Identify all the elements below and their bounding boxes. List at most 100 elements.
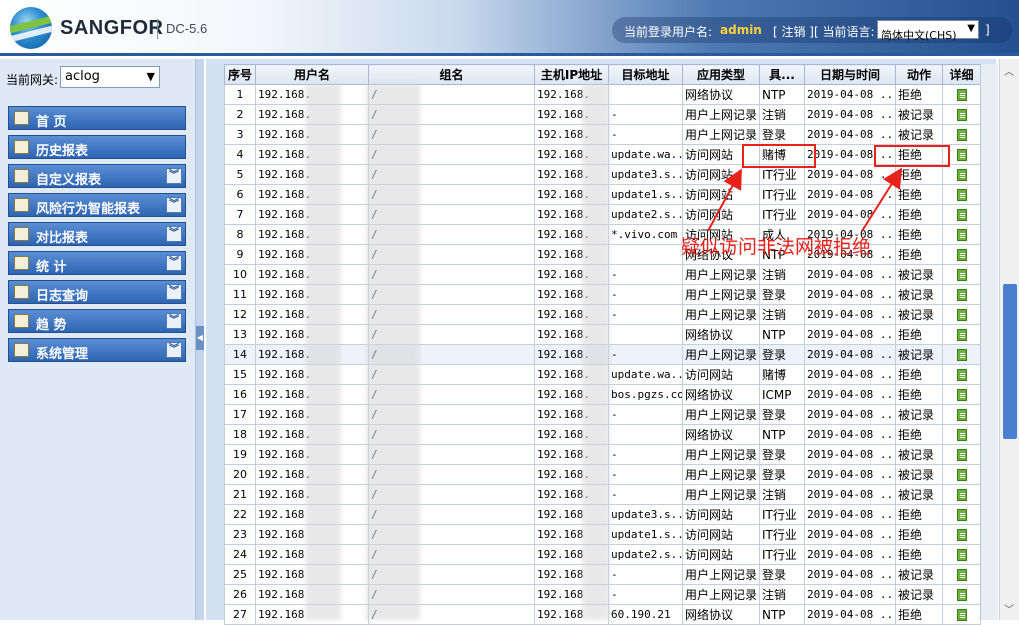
table-cell-action: 拒绝 xyxy=(895,524,943,545)
table-cell-detail-link[interactable] xyxy=(942,84,981,105)
table-cell-time: 2019-04-08 ... xyxy=(804,484,896,505)
document-icon[interactable] xyxy=(956,389,967,401)
document-icon[interactable] xyxy=(956,469,967,481)
document-icon[interactable] xyxy=(956,249,967,261)
sidebar-item-trend[interactable]: 趋 势 ︾ xyxy=(8,309,186,333)
table-cell-detail: IT行业 xyxy=(759,204,805,225)
report-icon xyxy=(14,169,29,183)
table-cell-detail-link[interactable] xyxy=(942,464,981,485)
table-cell-detail: ICMP xyxy=(759,384,805,405)
document-icon[interactable] xyxy=(956,449,967,461)
table-cell-detail-link[interactable] xyxy=(942,604,981,625)
table-cell-detail-link[interactable] xyxy=(942,264,981,285)
document-icon[interactable] xyxy=(956,329,967,341)
document-icon[interactable] xyxy=(956,569,967,581)
document-icon[interactable] xyxy=(956,209,967,221)
document-icon[interactable] xyxy=(956,89,967,101)
table-cell-action: 被记录 xyxy=(895,284,943,305)
column-header-group[interactable]: 组名 xyxy=(368,64,535,85)
column-header-index[interactable]: 序号 xyxy=(224,64,256,85)
table-cell-detail-link[interactable] xyxy=(942,324,981,345)
document-icon[interactable] xyxy=(956,609,967,621)
document-icon[interactable] xyxy=(956,289,967,301)
column-header-detail[interactable]: 详细 xyxy=(942,64,981,85)
table-cell-detail-link[interactable] xyxy=(942,244,981,265)
table-cell-detail-link[interactable] xyxy=(942,524,981,545)
chevron-double-down-icon[interactable]: ︾ xyxy=(166,313,182,329)
table-cell-detail-link[interactable] xyxy=(942,104,981,125)
scrollbar-thumb[interactable] xyxy=(1003,284,1017,439)
table-cell-detail-link[interactable] xyxy=(942,504,981,525)
table-cell-action: 拒绝 xyxy=(895,184,943,205)
table-cell-no: 24 xyxy=(224,544,256,565)
column-header-action[interactable]: 动作 xyxy=(895,64,943,85)
sidebar-item-label: 日志查询 xyxy=(36,289,89,304)
table-cell-detail-link[interactable] xyxy=(942,184,981,205)
logout-link[interactable]: [ 注销 ] xyxy=(773,23,814,40)
chevron-double-down-icon[interactable]: ︾ xyxy=(166,284,182,300)
table-cell-detail-link[interactable] xyxy=(942,124,981,145)
document-icon[interactable] xyxy=(956,589,967,601)
sidebar-item-history-report[interactable]: 历史报表 xyxy=(8,135,186,159)
document-icon[interactable] xyxy=(956,309,967,321)
column-header-datetime[interactable]: 日期与时间 xyxy=(804,64,896,85)
table-cell-detail-link[interactable] xyxy=(942,164,981,185)
scroll-up-icon[interactable]: ︿ xyxy=(1004,63,1014,78)
table-cell-no: 8 xyxy=(224,224,256,245)
login-username: admin xyxy=(720,23,762,37)
collapse-sidebar-icon[interactable]: ◀ xyxy=(196,326,204,350)
table-cell-app: 用户上网记录 xyxy=(682,584,760,605)
table-cell-target: - xyxy=(608,104,683,125)
gateway-select[interactable]: aclog ▼ xyxy=(60,66,160,88)
sidebar-item-statistics[interactable]: 统 计 ︾ xyxy=(8,251,186,275)
document-icon[interactable] xyxy=(956,189,967,201)
sidebar-item-risk-report[interactable]: 风险行为智能报表 ︾ xyxy=(8,193,186,217)
column-header-username[interactable]: 用户名 xyxy=(255,64,369,85)
language-select[interactable]: 简体中文(CHS) ▼ xyxy=(877,20,979,42)
document-icon[interactable] xyxy=(956,409,967,421)
document-icon[interactable] xyxy=(956,229,967,241)
chevron-double-down-icon[interactable]: ︾ xyxy=(166,226,182,242)
table-cell-detail-link[interactable] xyxy=(942,204,981,225)
column-header-host-ip[interactable]: 主机IP地址 xyxy=(534,64,609,85)
chevron-double-down-icon[interactable]: ︾ xyxy=(166,168,182,184)
table-cell-detail-link[interactable] xyxy=(942,404,981,425)
document-icon[interactable] xyxy=(956,429,967,441)
sidebar-item-custom-report[interactable]: 自定义报表 ︾ xyxy=(8,164,186,188)
document-icon[interactable] xyxy=(956,149,967,161)
table-cell-detail-link[interactable] xyxy=(942,364,981,385)
scroll-down-icon[interactable]: ﹀ xyxy=(1004,601,1014,616)
chevron-double-down-icon[interactable]: ︾ xyxy=(166,197,182,213)
table-cell-detail-link[interactable] xyxy=(942,384,981,405)
column-header-app-type[interactable]: 应用类型 xyxy=(682,64,760,85)
table-cell-detail-link[interactable] xyxy=(942,284,981,305)
sidebar-item-home[interactable]: 首 页 xyxy=(8,106,186,130)
column-header-detail-type[interactable]: 具... xyxy=(759,64,805,85)
table-cell-detail-link[interactable] xyxy=(942,224,981,245)
table-cell-detail-link[interactable] xyxy=(942,544,981,565)
document-icon[interactable] xyxy=(956,489,967,501)
document-icon[interactable] xyxy=(956,369,967,381)
document-icon[interactable] xyxy=(956,529,967,541)
document-icon[interactable] xyxy=(956,129,967,141)
document-icon[interactable] xyxy=(956,549,967,561)
document-icon[interactable] xyxy=(956,169,967,181)
document-icon[interactable] xyxy=(956,509,967,521)
table-cell-detail-link[interactable] xyxy=(942,564,981,585)
sidebar-item-log-query[interactable]: 日志查询 ︾ xyxy=(8,280,186,304)
sidebar-item-compare-report[interactable]: 对比报表 ︾ xyxy=(8,222,186,246)
document-icon[interactable] xyxy=(956,349,967,361)
chevron-double-down-icon[interactable]: ︾ xyxy=(166,255,182,271)
document-icon[interactable] xyxy=(956,109,967,121)
table-cell-detail-link[interactable] xyxy=(942,484,981,505)
table-cell-detail-link[interactable] xyxy=(942,444,981,465)
chevron-double-down-icon[interactable]: ︾ xyxy=(166,342,182,358)
column-header-target[interactable]: 目标地址 xyxy=(608,64,683,85)
document-icon[interactable] xyxy=(956,269,967,281)
vertical-scrollbar[interactable]: ︿ ﹀ xyxy=(999,59,1019,620)
table-cell-detail-link[interactable] xyxy=(942,424,981,445)
table-cell-detail-link[interactable] xyxy=(942,584,981,605)
table-cell-detail-link[interactable] xyxy=(942,344,981,365)
sidebar-item-system-admin[interactable]: 系统管理 ︾ xyxy=(8,338,186,362)
table-cell-detail-link[interactable] xyxy=(942,304,981,325)
